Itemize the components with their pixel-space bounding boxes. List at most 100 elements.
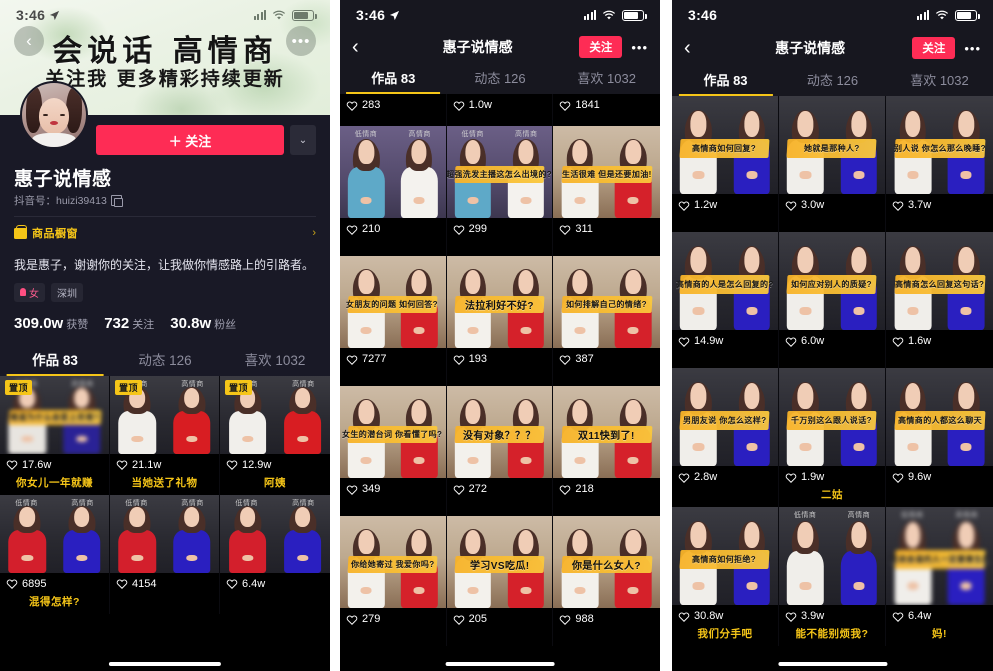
shop-window-row[interactable]: 商品橱窗 › [14, 217, 316, 249]
video-thumbnail[interactable]: 高情商如何拒绝? [672, 507, 778, 605]
video-grid-item[interactable]: 没有对象？？？ 272 [446, 386, 554, 516]
video-grid-item[interactable]: 你给她寄过 我爱你吗? 279 [340, 516, 447, 646]
stat-likes[interactable]: 309.0w 获赞 [14, 315, 88, 333]
video-grid-item[interactable]: 低情商 高情商 210 [340, 126, 447, 256]
video-grid-item[interactable]: 置顶低情商高情商12.9w阿姨 [220, 375, 330, 495]
video-thumbnail[interactable]: 学习VS吃瓜! [446, 516, 553, 608]
tab-works[interactable]: 作品 83 [0, 349, 110, 376]
heart-icon [559, 614, 571, 625]
stat-fans[interactable]: 30.8w 粉丝 [170, 315, 236, 333]
video-grid-item[interactable]: 低情商 高情商 3.9w 能不能别烦我? [779, 507, 886, 646]
stat-following-label: 关注 [132, 318, 155, 331]
thumbnail-caption-banner: 法拉利好不好? [454, 296, 545, 314]
thumbnail-scene: 生活很难 但是还要加油! [553, 126, 660, 218]
stat-following[interactable]: 732 关注 [104, 315, 154, 333]
avatar[interactable] [20, 81, 88, 149]
video-grid-item[interactable]: 你是什么女人? 988 [553, 516, 660, 646]
video-thumbnail[interactable]: 法拉利好不好? [446, 256, 553, 348]
chevron-down-icon[interactable]: ⌄ [290, 125, 316, 155]
video-thumbnail[interactable]: 如何应对别人的质疑? [779, 232, 885, 330]
video-grid-item[interactable]: 千万别这么跟人说话? 1.9w 二姑 [779, 368, 886, 507]
video-thumbnail[interactable]: 低情商 高情商 能说会道的人一定要善生的 [886, 507, 993, 605]
video-thumbnail[interactable]: 没有对象？？？ [446, 386, 553, 478]
copy-icon[interactable] [110, 195, 123, 207]
like-count-row: 311 [553, 218, 660, 239]
panel-gap-1 [330, 0, 340, 671]
follow-button[interactable]: ＋ 关注 [96, 125, 284, 155]
tab-works[interactable]: 作品 83 [340, 68, 447, 94]
video-grid-item[interactable]: 高情商如何拒绝? 30.8w 我们分手吧 [672, 507, 779, 646]
video-thumbnail[interactable]: 你是什么女人? [553, 516, 660, 608]
video-grid-item[interactable]: 男朋友说 你怎么这样? 2.8w [672, 368, 779, 507]
video-caption: 我们分手吧 [697, 628, 753, 640]
video-grid-item-partial[interactable]: 283 [340, 94, 447, 126]
video-thumbnail[interactable]: 低情商高情商 [340, 126, 446, 218]
thumbnail-label-left: 低情商 [354, 131, 378, 138]
video-thumbnail[interactable]: 高情商的人都这么聊天 [886, 368, 993, 466]
video-grid-item[interactable]: 置顶低情商高情商难道为什么会爱上欢哥?17.6w你女儿一年就赚 [0, 375, 110, 495]
tab-dynamic[interactable]: 动态 126 [110, 349, 220, 376]
more-options-button[interactable]: ••• [286, 26, 316, 56]
video-thumbnail[interactable]: 她就是那种人? [779, 96, 885, 194]
tab-likes[interactable]: 喜欢 1032 [553, 68, 660, 94]
video-thumbnail[interactable]: 低情商 高情商 超强洗发主播这怎么出境的? [446, 126, 553, 218]
video-grid-item[interactable]: 高情商的人是怎么回复的? 14.9w [672, 232, 779, 368]
thumbnail-caption-banner: 高情商的人是怎么回复的? [676, 275, 774, 294]
tab-likes[interactable]: 喜欢 1032 [220, 349, 330, 376]
video-thumbnail[interactable]: 低情商高情商 [0, 494, 109, 573]
back-button[interactable]: ‹ [14, 26, 44, 56]
video-grid-item[interactable]: 高情商的人都这么聊天 9.6w [886, 368, 993, 507]
video-grid-item[interactable]: 学习VS吃瓜! 205 [446, 516, 554, 646]
video-thumbnail[interactable]: 千万别这么跟人说话? [779, 368, 885, 466]
tab-dynamic[interactable]: 动态 126 [447, 68, 554, 94]
video-grid-item[interactable]: 低情商 高情商 超强洗发主播这怎么出境的? 299 [446, 126, 554, 256]
video-grid-item[interactable]: 她就是那种人? 3.0w [779, 96, 886, 232]
video-thumbnail[interactable]: 女生的潜台词 你看懂了吗? [340, 386, 446, 478]
video-grid-item[interactable]: 生活很难 但是还要加油! 311 [553, 126, 660, 256]
battery-icon [622, 9, 647, 21]
video-grid-item[interactable]: 别人说 你怎么那么晚睡? 3.7w [886, 96, 993, 232]
video-thumbnail[interactable]: 低情商高情商 [779, 507, 885, 605]
video-grid-item[interactable]: 女朋友的问题 如何回答? 7277 [340, 256, 447, 386]
video-thumbnail[interactable]: 双11快到了! [553, 386, 660, 478]
video-thumbnail[interactable]: 低情商高情商 [220, 494, 330, 573]
tab-likes[interactable]: 喜欢 1032 [886, 70, 993, 96]
video-grid-item[interactable]: 高情商如何回复? 1.2w [672, 96, 779, 232]
more-options-button[interactable]: ••• [631, 40, 648, 55]
video-grid-item[interactable]: 法拉利好不好? 193 [446, 256, 554, 386]
thumbnail-caption-text: 千万别这么跟人说话? [791, 415, 873, 425]
like-count: 1.6w [908, 335, 932, 347]
thumbnail-caption-banner: 生活很难 但是还要加油! [561, 166, 652, 184]
video-thumbnail[interactable]: 低情商高情商 [110, 494, 219, 573]
video-thumbnail[interactable]: 如何排解自己的情绪? [553, 256, 660, 348]
back-button[interactable]: ‹ [684, 37, 708, 60]
video-thumbnail[interactable]: 高情商的人是怎么回复的? [672, 232, 778, 330]
video-grid-item[interactable]: 女生的潜台词 你看懂了吗? 349 [340, 386, 447, 516]
video-grid-item[interactable]: 低情商 高情商 6.4w [220, 494, 330, 614]
follow-button[interactable]: 关注 [579, 36, 623, 58]
back-button[interactable]: ‹ [352, 36, 376, 59]
video-grid-item-partial[interactable]: 1.0w [446, 94, 554, 126]
video-thumbnail[interactable]: 别人说 你怎么那么晚睡? [886, 96, 993, 194]
tag-gender-label: 女 [29, 288, 39, 300]
tab-works[interactable]: 作品 83 [672, 70, 779, 96]
video-grid-item[interactable]: 如何应对别人的质疑? 6.0w [779, 232, 886, 368]
video-thumbnail[interactable]: 高情商如何回复? [672, 96, 778, 194]
video-grid-item[interactable]: 如何排解自己的情绪? 387 [553, 256, 660, 386]
more-options-button[interactable]: ••• [964, 41, 981, 56]
video-thumbnail[interactable]: 男朋友说 你怎么这样? [672, 368, 778, 466]
video-grid-item[interactable]: 低情商 高情商 4154 [110, 494, 220, 614]
follow-button[interactable]: 关注 [912, 37, 956, 59]
video-grid-item[interactable]: 置顶低情商高情商21.1w当她送了礼物 [110, 375, 220, 495]
video-thumbnail[interactable]: 高情商怎么回复这句话? [886, 232, 993, 330]
video-thumbnail[interactable]: 生活很难 但是还要加油! [553, 126, 660, 218]
video-grid-item[interactable]: 低情商 高情商 6895 混得怎样? [0, 494, 110, 614]
video-thumbnail[interactable]: 女朋友的问题 如何回答? [340, 256, 446, 348]
video-grid-item[interactable]: 高情商怎么回复这句话? 1.6w [886, 232, 993, 368]
video-grid-item[interactable]: 低情商 高情商 能说会道的人一定要善生的 6.4w 妈! [886, 507, 993, 646]
video-thumbnail[interactable]: 你给她寄过 我爱你吗? [340, 516, 446, 608]
tab-dynamic[interactable]: 动态 126 [779, 70, 886, 96]
video-grid-item-partial[interactable]: 1841 [553, 94, 660, 126]
video-grid-item[interactable]: 双11快到了! 218 [553, 386, 660, 516]
thumbnail-scene: 高情商如何拒绝? [672, 507, 778, 605]
